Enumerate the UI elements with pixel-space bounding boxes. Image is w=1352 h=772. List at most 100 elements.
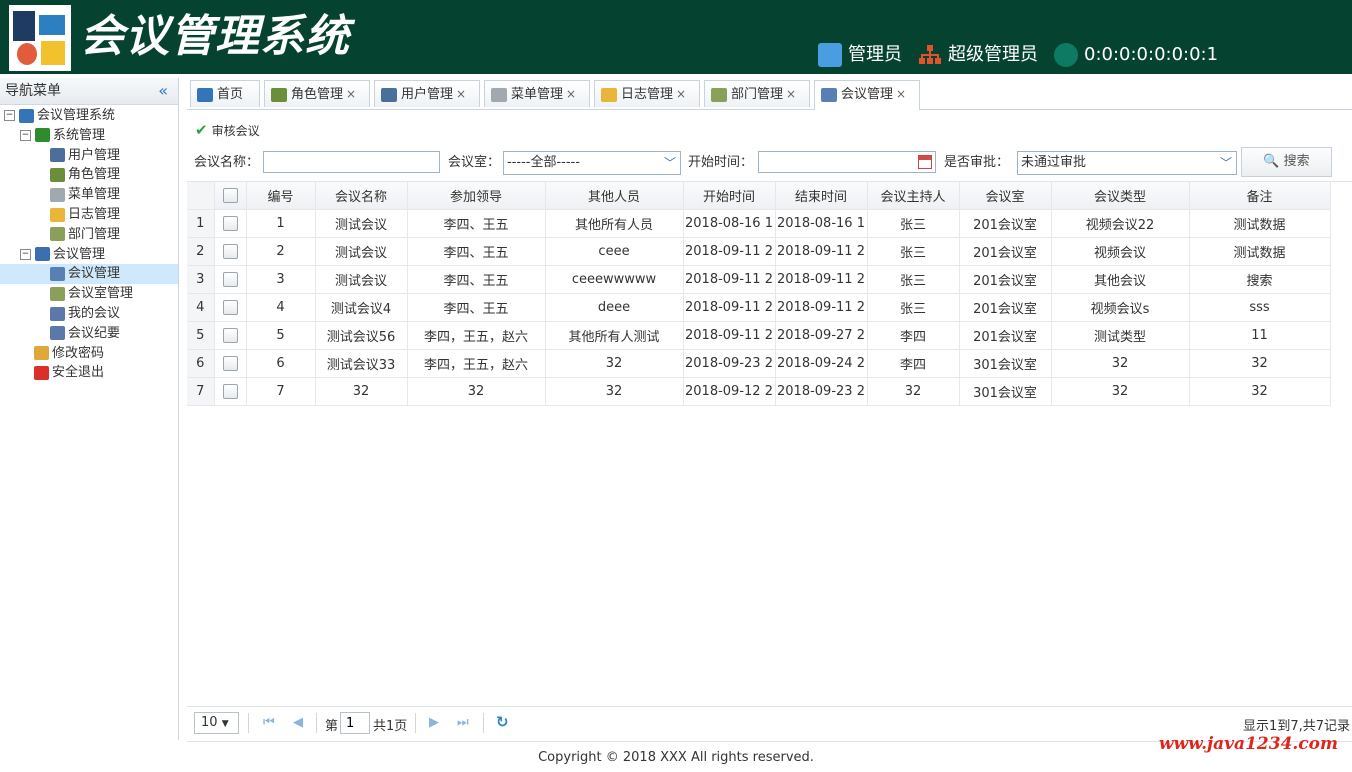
table-cell: 2018-09-23 2	[683, 349, 776, 378]
table-cell: 1	[246, 209, 316, 238]
table-cell: 测试会议4	[315, 293, 408, 322]
table-row[interactable]: 5 5 测试会议56 李四，王五，赵六 其他所有人测试 2018-09-11 2 2018-…	[187, 321, 1331, 350]
user-icon	[50, 148, 65, 163]
close-icon[interactable]: ×	[566, 87, 576, 101]
row-checkbox[interactable]	[222, 244, 238, 259]
room-select[interactable]: -----全部----- ﹀	[503, 151, 681, 175]
table-cell: 11	[1189, 321, 1331, 350]
table-row[interactable]: 1 1 测试会议 李四、王五 其他所有人员 2018-08-16 1 2018-08-16 …	[187, 209, 1331, 238]
column-header[interactable]: 参加领导	[407, 182, 546, 210]
tab[interactable]: 首页	[190, 80, 260, 107]
tab[interactable]: 日志管理 ×	[594, 80, 700, 107]
column-header[interactable]: 会议名称	[315, 182, 408, 210]
select-all-checkbox[interactable]	[222, 188, 238, 203]
column-header[interactable]: 会议类型	[1051, 182, 1190, 210]
close-icon[interactable]: ×	[676, 87, 686, 101]
sidebar-item[interactable]: 日志管理	[50, 205, 120, 225]
table-cell: 视频会议	[1051, 237, 1190, 266]
page-number-input[interactable]	[340, 712, 370, 734]
table-row[interactable]: 6 6 测试会议33 李四，王五，赵六 32 2018-09-23 2 2018-09-24…	[187, 349, 1331, 378]
tab-label: 部门管理	[731, 87, 784, 102]
sidebar-item-label: 会议纪要	[68, 325, 121, 341]
role-icon	[50, 167, 65, 182]
tab[interactable]: 菜单管理 ×	[484, 80, 590, 107]
sidebar-item[interactable]: − 系统管理	[20, 126, 105, 146]
tree-collapse-icon[interactable]: −	[20, 129, 31, 141]
sidebar-item-label: 用户管理	[68, 147, 121, 163]
table-row[interactable]: 7 7 32 32 32 2018-09-12 2 2018-09-23 2 32 301会议室…	[187, 377, 1331, 406]
sidebar-item[interactable]: 菜单管理	[50, 185, 120, 205]
tree-collapse-icon[interactable]: −	[20, 248, 31, 260]
column-header[interactable]: 开始时间	[683, 182, 776, 210]
row-checkbox[interactable]	[222, 384, 238, 399]
last-page-icon[interactable]: ⏭	[457, 715, 469, 730]
sidebar-item-label: 安全退出	[52, 365, 105, 381]
column-header[interactable]: 其他人员	[545, 182, 684, 210]
search-icon: 🔍	[1263, 154, 1280, 169]
sidebar-item[interactable]: 会议室管理	[50, 284, 133, 304]
sidebar-item[interactable]: 我的会议	[50, 304, 120, 324]
refresh-icon[interactable]: ↻	[496, 713, 509, 731]
audit-meeting-button[interactable]: ✔ 审核会议	[195, 120, 260, 140]
calendar-icon[interactable]	[918, 155, 932, 169]
search-button[interactable]: 🔍 搜索	[1241, 147, 1332, 177]
table-row[interactable]: 3 3 测试会议 李四、王五 ceeewwwww 2018-09-11 2 2018-09-…	[187, 265, 1331, 294]
table-cell: 李四，王五，赵六	[407, 349, 546, 378]
log-folder-icon	[50, 207, 65, 222]
tab[interactable]: 角色管理 ×	[264, 80, 370, 107]
table-row[interactable]: 2 2 测试会议 李四、王五 ceee 2018-09-11 2 2018-09-11 2张…	[187, 237, 1331, 266]
column-header[interactable]: 备注	[1189, 182, 1331, 210]
table-cell: 视频会议s	[1051, 293, 1190, 322]
table-cell: 2018-09-11 2	[683, 321, 776, 350]
table-cell: 301会议室	[959, 377, 1052, 406]
table-cell: 李四，王五，赵六	[407, 321, 546, 350]
close-icon[interactable]: ×	[346, 87, 356, 101]
start-time-input[interactable]	[758, 151, 936, 173]
close-icon[interactable]: ×	[896, 87, 906, 101]
sidebar-item[interactable]: 用户管理	[50, 146, 120, 166]
close-icon[interactable]: ×	[786, 87, 796, 101]
row-checkbox[interactable]	[222, 300, 238, 315]
sidebar-item[interactable]: − 会议管理	[20, 245, 105, 265]
prev-page-icon[interactable]: ◀	[293, 715, 303, 730]
row-checkbox[interactable]	[222, 272, 238, 287]
sidebar-item[interactable]: 安全退出	[34, 363, 104, 383]
meeting-name-input[interactable]	[263, 151, 440, 173]
table-row[interactable]: 4 4 测试会议4 李四、王五 deee 2018-09-11 2 2018-09-11 2…	[187, 293, 1331, 322]
row-checkbox[interactable]	[222, 356, 238, 371]
room-select-value: -----全部-----	[507, 155, 580, 170]
sidebar-item[interactable]: 修改密码	[34, 344, 104, 364]
tab[interactable]: 部门管理 ×	[704, 80, 810, 107]
approval-select[interactable]: 未通过审批 ﹀	[1017, 151, 1237, 175]
collapse-sidebar-button[interactable]: «	[158, 78, 168, 104]
next-page-icon[interactable]: ▶	[429, 715, 439, 730]
table-cell: 李四、王五	[407, 293, 546, 322]
chevron-down-icon: ﹀	[663, 156, 676, 170]
tab[interactable]: 用户管理 ×	[374, 80, 480, 107]
column-header[interactable]: 会议室	[959, 182, 1052, 210]
sidebar-item[interactable]: 会议纪要	[50, 324, 120, 344]
password-icon	[34, 346, 49, 361]
column-header[interactable]: 结束时间	[775, 182, 868, 210]
row-checkbox[interactable]	[222, 216, 238, 231]
watermark: www.java1234.com	[1158, 734, 1338, 754]
meeting-icon	[50, 266, 65, 281]
column-header[interactable]: 会议主持人	[867, 182, 960, 210]
sidebar-item[interactable]: − 会议管理系统	[4, 106, 115, 126]
table-cell: 201会议室	[959, 265, 1052, 294]
row-checkbox[interactable]	[222, 328, 238, 343]
close-icon[interactable]: ×	[456, 87, 466, 101]
tab[interactable]: 会议管理 ×	[814, 80, 920, 110]
tree-collapse-icon[interactable]: −	[4, 110, 15, 121]
sidebar-item[interactable]: 角色管理	[50, 165, 120, 185]
page-size-select[interactable]: 10 ▼	[194, 712, 239, 734]
first-page-icon[interactable]: ⏮	[263, 715, 275, 730]
meeting-table: 编号 会议名称 参加领导 其他人员 开始时间 结束时间 会议主持人 会议室 会议类型 备注 11测…	[187, 182, 1331, 406]
sidebar-item-label: 日志管理	[68, 207, 121, 222]
column-header[interactable]: 编号	[246, 182, 316, 210]
tab-label: 用户管理	[401, 87, 454, 102]
row-number: 3	[187, 265, 215, 294]
sidebar-item[interactable]: 部门管理	[50, 225, 120, 245]
table-cell: 3	[246, 265, 316, 294]
sidebar-item[interactable]: 会议管理	[0, 264, 178, 285]
